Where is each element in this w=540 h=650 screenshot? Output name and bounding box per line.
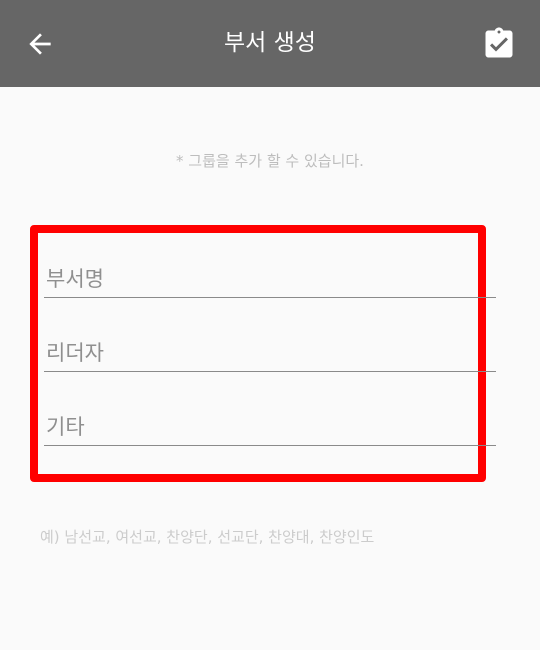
- department-name-input[interactable]: [44, 260, 496, 298]
- etc-field: [44, 408, 496, 448]
- app-bar: 부서 생성: [0, 0, 540, 87]
- save-button[interactable]: [475, 20, 523, 68]
- hint-text: * 그룹을 추가 할 수 있습니다.: [176, 152, 364, 170]
- clipboard-check-icon: [485, 27, 513, 58]
- department-name-field: [44, 260, 496, 300]
- leader-input[interactable]: [44, 334, 496, 372]
- back-button[interactable]: [16, 20, 64, 68]
- leader-field: [44, 334, 496, 374]
- page-title: 부서 생성: [224, 30, 316, 56]
- example-text: 예) 남선교, 여선교, 찬양단, 선교단, 찬양대, 찬양인도: [40, 528, 375, 546]
- arrow-back-icon: [29, 33, 51, 55]
- etc-input[interactable]: [44, 408, 496, 446]
